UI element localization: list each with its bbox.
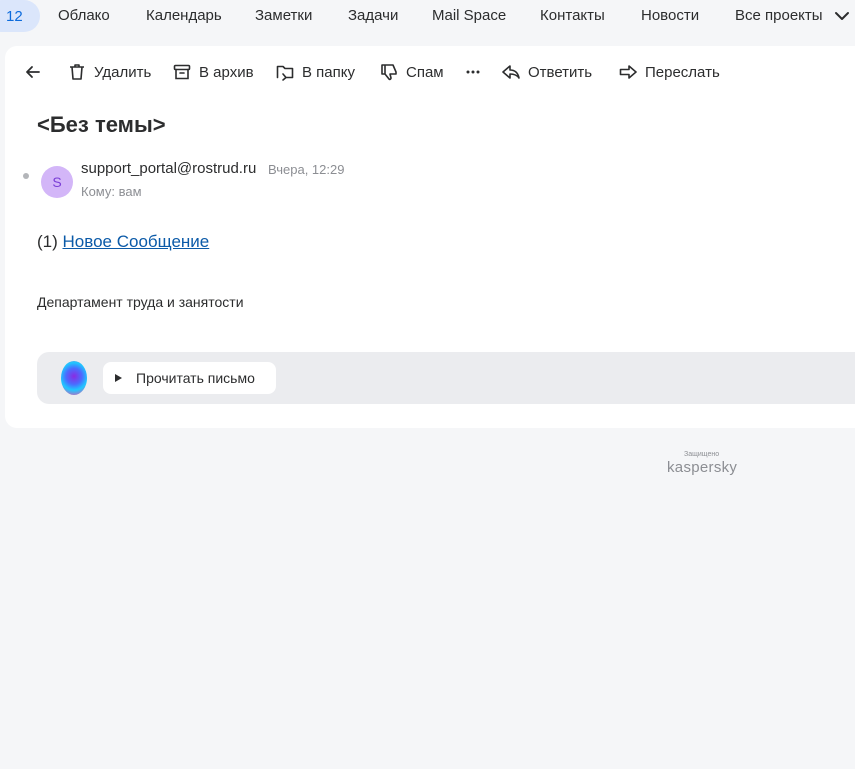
nav-item-mail-active[interactable]: 12: [0, 0, 40, 32]
letter-date: Вчера, 12:29: [268, 162, 345, 177]
archive-label: В архив: [199, 63, 254, 81]
unread-marker[interactable]: [23, 173, 29, 179]
avatar[interactable]: S: [41, 166, 73, 198]
arrow-left-icon: [26, 66, 40, 78]
recipient-line[interactable]: Кому: вам: [81, 183, 142, 201]
voice-assistant-bar: Прочитать письмо: [37, 352, 855, 404]
read-letter-label: Прочитать письмо: [136, 370, 255, 386]
nav-item-news[interactable]: Новости: [641, 6, 699, 26]
body-signature: Департамент труда и занятости: [37, 294, 244, 310]
reply-label: Ответить: [528, 63, 593, 81]
delete-button[interactable]: Удалить: [67, 60, 151, 84]
body-prefix: (1): [37, 232, 58, 251]
assistant-orb-icon[interactable]: [61, 361, 87, 395]
thumbs-down-icon: [381, 64, 397, 81]
sender-address[interactable]: support_portal@rostrud.ru: [81, 159, 256, 179]
play-icon: [115, 374, 122, 382]
letter-card: Удалить В архив В папку Спам Ответить Пе…: [5, 46, 855, 428]
letter-toolbar: Удалить В архив В папку Спам Ответить Пе…: [5, 46, 855, 98]
reply-icon: [502, 65, 520, 79]
archive-box-icon: [173, 64, 191, 80]
read-letter-button[interactable]: Прочитать письмо: [103, 362, 276, 394]
delete-label: Удалить: [94, 63, 152, 81]
mail-unread-count: 12: [6, 7, 23, 25]
move-to-folder-label: В папку: [302, 63, 355, 81]
folder-move-icon: [276, 65, 294, 81]
forward-icon: [619, 65, 637, 79]
nav-item-cloud[interactable]: Облако: [58, 6, 110, 26]
reply-button[interactable]: Ответить: [501, 60, 592, 84]
trash-icon: [70, 64, 84, 80]
avatar-initial: S: [52, 174, 62, 190]
nav-item-mail-space[interactable]: Mail Space: [432, 6, 506, 26]
letter-subject: <Без темы>: [37, 112, 166, 137]
new-message-link[interactable]: Новое Сообщение: [63, 232, 210, 251]
nav-item-tasks[interactable]: Задачи: [348, 6, 398, 26]
archive-button[interactable]: В архив: [172, 60, 254, 84]
body-message-line: (1) Новое Сообщение: [37, 231, 209, 253]
spam-button[interactable]: Спам: [379, 60, 444, 84]
forward-button[interactable]: Переслать: [618, 60, 720, 84]
more-horizontal-icon: [466, 70, 480, 74]
chevron-down-icon[interactable]: [834, 8, 850, 24]
nav-item-notes[interactable]: Заметки: [255, 6, 312, 26]
move-to-folder-button[interactable]: В папку: [275, 60, 355, 84]
back-button[interactable]: [23, 60, 43, 84]
kaspersky-logo: kaspersky: [667, 459, 738, 476]
spam-label: Спам: [406, 63, 444, 81]
nav-item-all-projects[interactable]: Все проекты: [735, 6, 823, 26]
forward-label: Переслать: [645, 63, 720, 81]
nav-item-calendar[interactable]: Календарь: [146, 6, 222, 26]
top-navigation: 12 Облако Календарь Заметки Задачи Mail …: [0, 0, 855, 32]
protection-caption: Защищено: [684, 451, 720, 458]
more-actions-button[interactable]: [463, 60, 483, 84]
nav-item-contacts[interactable]: Контакты: [540, 6, 605, 26]
